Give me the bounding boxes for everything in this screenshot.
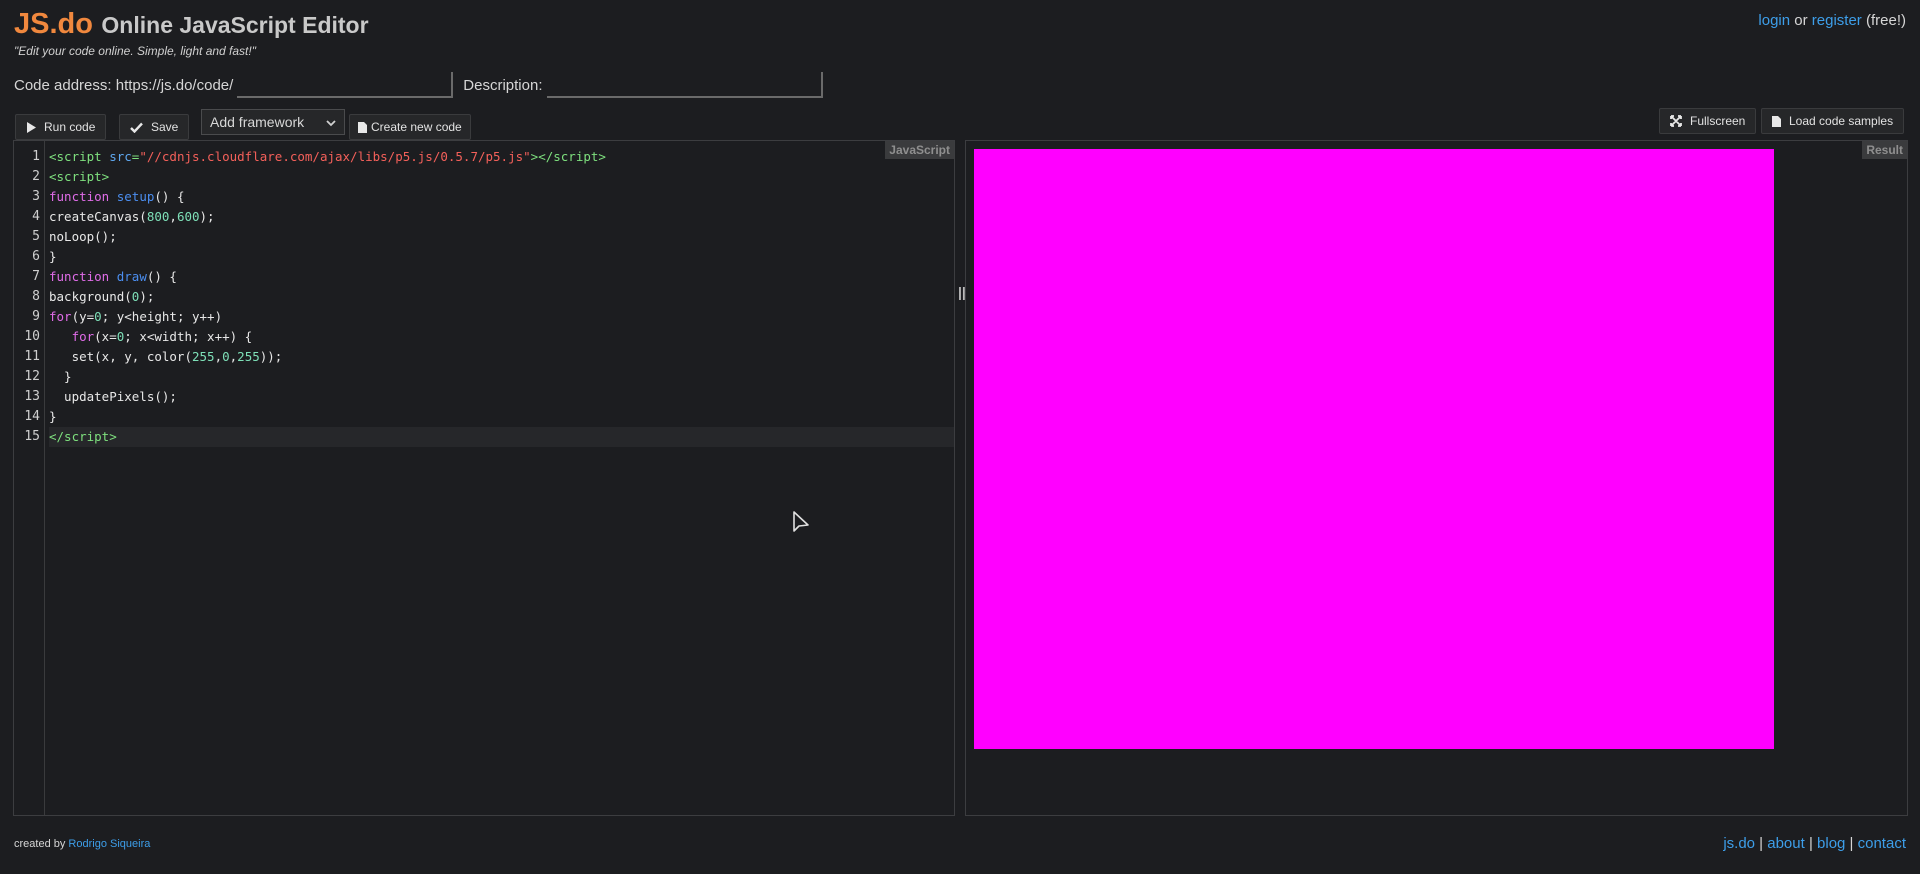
footer-link-jsdo[interactable]: js.do bbox=[1723, 835, 1755, 852]
code-area[interactable]: <script src="//cdnjs.cloudflare.com/ajax… bbox=[49, 141, 954, 447]
line-number: 2 bbox=[32, 169, 40, 184]
load-code-samples-label: Load code samples bbox=[1789, 114, 1894, 128]
free-text: (free!) bbox=[1861, 12, 1906, 29]
code-line[interactable]: function setup() { bbox=[49, 187, 954, 207]
code-line[interactable]: background(0); bbox=[49, 287, 954, 307]
file-icon bbox=[358, 121, 367, 133]
fullscreen-button[interactable]: Fullscreen bbox=[1659, 108, 1757, 134]
line-number: 11 bbox=[24, 349, 40, 364]
footer-credit: created by Rodrigo Siqueira bbox=[14, 838, 150, 850]
run-code-button[interactable]: Run code bbox=[15, 114, 107, 140]
line-number: 8 bbox=[32, 289, 40, 304]
footer-separator: | bbox=[1755, 835, 1768, 852]
code-editor[interactable]: 1 2 3 4 5 6 7 8 9 10 11 12 13 14 15 <script src="//cdn… bbox=[13, 140, 955, 816]
code-line-active[interactable]: </script> bbox=[49, 427, 954, 447]
run-code-label: Run code bbox=[44, 120, 96, 134]
line-number: 9 bbox=[32, 309, 40, 324]
code-line[interactable]: function draw() { bbox=[49, 267, 954, 287]
line-number: 6 bbox=[32, 249, 40, 264]
footer-link-blog[interactable]: blog bbox=[1817, 835, 1845, 852]
description-input[interactable] bbox=[546, 72, 823, 98]
chevron-down-icon bbox=[326, 114, 336, 130]
code-line[interactable]: noLoop(); bbox=[49, 227, 954, 247]
mouse-cursor-icon bbox=[792, 510, 810, 539]
line-number: 3 bbox=[32, 189, 40, 204]
logo-mark[interactable]: JS.do bbox=[14, 8, 93, 40]
language-tag: JavaScript bbox=[885, 141, 954, 159]
app-title: Online JavaScript Editor bbox=[101, 12, 369, 38]
code-line[interactable]: <script src="//cdnjs.cloudflare.com/ajax… bbox=[49, 147, 954, 167]
line-number: 1 bbox=[32, 149, 40, 164]
register-link[interactable]: register bbox=[1812, 12, 1862, 29]
code-address-input[interactable] bbox=[237, 72, 454, 98]
line-number: 15 bbox=[24, 429, 40, 444]
line-number: 12 bbox=[24, 369, 40, 384]
file-icon bbox=[1772, 115, 1781, 127]
fullscreen-icon bbox=[1670, 115, 1682, 127]
code-address-row: Code address: https://js.do/code/ Descri… bbox=[14, 72, 823, 98]
code-line[interactable]: } bbox=[49, 407, 954, 427]
result-canvas bbox=[974, 149, 1774, 749]
code-line[interactable]: for(x=0; x<width; x++) { bbox=[49, 327, 954, 347]
fullscreen-label: Fullscreen bbox=[1690, 114, 1746, 128]
footer-link-about[interactable]: about bbox=[1767, 835, 1805, 852]
auth-links: login or register (free!) bbox=[1758, 12, 1906, 29]
code-line[interactable]: createCanvas(800,600); bbox=[49, 207, 954, 227]
app-logo[interactable]: JS.do Online JavaScript Editor bbox=[14, 8, 369, 41]
footer-link-contact[interactable]: contact bbox=[1858, 835, 1906, 852]
line-number: 4 bbox=[32, 209, 40, 224]
tagline: "Edit your code online. Simple, light an… bbox=[14, 44, 256, 58]
description-label: Description: bbox=[463, 76, 543, 94]
line-number: 7 bbox=[32, 269, 40, 284]
author-link[interactable]: Rodrigo Siqueira bbox=[68, 838, 150, 850]
line-number: 5 bbox=[32, 229, 40, 244]
code-address-label: Code address: https://js.do/code/ bbox=[14, 76, 234, 94]
check-icon bbox=[130, 122, 143, 133]
line-number-gutter: 1 2 3 4 5 6 7 8 9 10 11 12 13 14 15 bbox=[14, 141, 45, 815]
result-panel: Result bbox=[965, 140, 1908, 816]
framework-selected: Add framework bbox=[210, 114, 305, 130]
footer-separator: | bbox=[1804, 835, 1818, 852]
line-number: 10 bbox=[24, 329, 40, 344]
framework-select[interactable]: Add framework bbox=[201, 109, 345, 135]
footer-separator: | bbox=[1845, 835, 1858, 852]
code-line[interactable]: updatePixels(); bbox=[49, 387, 954, 407]
line-number: 14 bbox=[24, 409, 40, 424]
load-code-samples-button[interactable]: Load code samples bbox=[1761, 108, 1905, 134]
create-new-code-button[interactable]: Create new code bbox=[349, 114, 471, 140]
login-link[interactable]: login bbox=[1758, 12, 1790, 29]
code-line[interactable]: <script> bbox=[49, 167, 954, 187]
save-button[interactable]: Save bbox=[119, 114, 190, 140]
play-icon bbox=[26, 121, 36, 133]
result-tag: Result bbox=[1862, 141, 1907, 159]
or-text: or bbox=[1790, 12, 1812, 29]
save-label: Save bbox=[151, 120, 179, 134]
code-line[interactable]: set(x, y, color(255,0,255)); bbox=[49, 347, 954, 367]
code-line[interactable]: } bbox=[49, 247, 954, 267]
line-number: 13 bbox=[24, 389, 40, 404]
created-by-text: created by bbox=[14, 838, 69, 850]
footer-links: js.do | about | blog | contact bbox=[1723, 835, 1906, 852]
code-line[interactable]: } bbox=[49, 367, 954, 387]
create-new-code-label: Create new code bbox=[371, 120, 462, 134]
code-line[interactable]: for(y=0; y<height; y++) bbox=[49, 307, 954, 327]
